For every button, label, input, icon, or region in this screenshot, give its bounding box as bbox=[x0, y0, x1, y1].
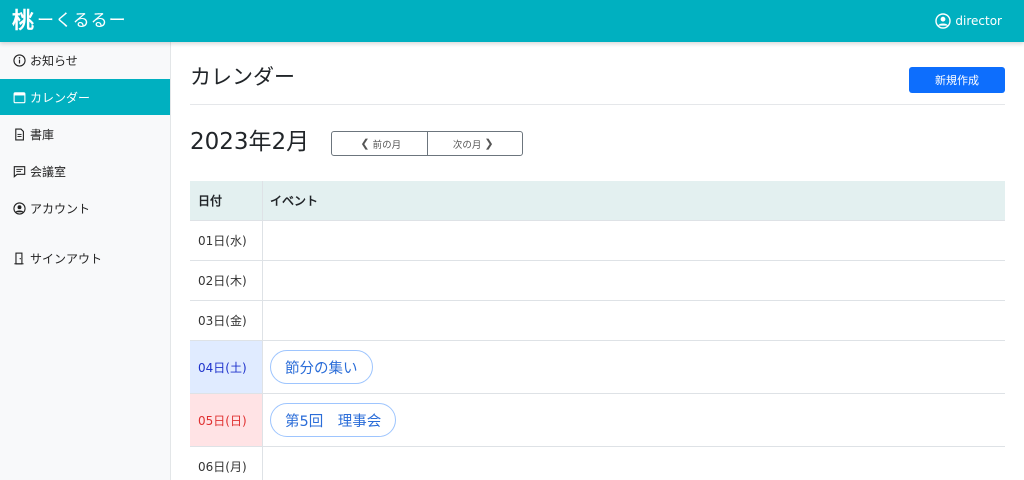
next-month-label: 次の月 bbox=[452, 139, 482, 151]
logo-text: ーくるるー bbox=[37, 11, 127, 31]
table-row: 02日(木) bbox=[190, 261, 1005, 301]
logo-kanji: 桃 bbox=[12, 8, 35, 34]
sidebar-item-notices[interactable]: お知らせ bbox=[0, 42, 170, 78]
date-cell: 06日(月) bbox=[190, 447, 263, 480]
sidebar-item-label: カレンダー bbox=[30, 90, 91, 105]
sidebar-item-label: 会議室 bbox=[30, 164, 67, 179]
prev-month-button[interactable]: ❮ 前の月 bbox=[332, 132, 428, 155]
calendar-table: 日付 イベント 01日(水) 02日(木) 03日(金) 04日(土) 節分の集… bbox=[190, 181, 1005, 480]
user-name: director bbox=[955, 14, 1002, 28]
user-menu[interactable]: director bbox=[935, 11, 1002, 31]
calendar-icon bbox=[12, 90, 26, 104]
event-setsubun[interactable]: 節分の集い bbox=[270, 350, 373, 384]
event-cell[interactable] bbox=[263, 261, 1005, 300]
column-header-date: 日付 bbox=[190, 181, 263, 220]
door-icon bbox=[12, 251, 26, 265]
sidebar-item-account[interactable]: アカウント bbox=[0, 190, 170, 226]
prev-month-label: 前の月 bbox=[372, 139, 402, 151]
date-cell-saturday: 04日(土) bbox=[190, 341, 263, 393]
chevron-right-icon: ❯ bbox=[484, 138, 494, 150]
chevron-left-icon: ❮ bbox=[360, 138, 370, 150]
event-board-meeting[interactable]: 第5回 理事会 bbox=[270, 403, 397, 437]
app-logo[interactable]: 桃 ーくるるー bbox=[12, 7, 127, 35]
sidebar-item-label: お知らせ bbox=[30, 53, 78, 68]
sidebar-item-library[interactable]: 書庫 bbox=[0, 116, 170, 152]
table-row: 04日(土) 節分の集い bbox=[190, 341, 1005, 394]
date-cell: 01日(水) bbox=[190, 221, 263, 260]
month-title: 2023年2月 bbox=[190, 129, 310, 155]
sidebar-item-calendar[interactable]: カレンダー bbox=[0, 79, 170, 115]
top-navbar: 桃 ーくるるー director bbox=[0, 0, 1024, 42]
table-row: 06日(月) bbox=[190, 447, 1005, 480]
document-icon bbox=[12, 127, 26, 141]
date-cell: 03日(金) bbox=[190, 301, 263, 340]
event-cell[interactable] bbox=[263, 221, 1005, 260]
event-cell: 第5回 理事会 bbox=[263, 394, 1005, 446]
sidebar-item-meeting-room[interactable]: 会議室 bbox=[0, 153, 170, 189]
chat-icon bbox=[12, 164, 26, 178]
table-header: 日付 イベント bbox=[190, 181, 1005, 221]
new-event-button[interactable]: 新規作成 bbox=[909, 67, 1005, 93]
page-title: カレンダー bbox=[190, 65, 295, 89]
table-row: 03日(金) bbox=[190, 301, 1005, 341]
date-cell-sunday: 05日(日) bbox=[190, 394, 263, 446]
event-cell: 節分の集い bbox=[263, 341, 1005, 393]
sidebar-item-label: アカウント bbox=[30, 201, 91, 216]
column-header-event: イベント bbox=[270, 194, 319, 208]
user-circle-icon bbox=[935, 13, 952, 29]
month-navigation: ❮ 前の月 次の月 ❯ bbox=[331, 131, 523, 156]
table-row: 01日(水) bbox=[190, 221, 1005, 261]
main-content: カレンダー 新規作成 2023年2月 ❮ 前の月 次の月 ❯ 日付 イベント 0… bbox=[190, 42, 1005, 480]
event-cell[interactable] bbox=[263, 447, 1005, 480]
next-month-button[interactable]: 次の月 ❯ bbox=[427, 132, 522, 155]
event-cell[interactable] bbox=[263, 301, 1005, 340]
table-row: 05日(日) 第5回 理事会 bbox=[190, 394, 1005, 447]
title-divider bbox=[190, 104, 1005, 105]
info-icon bbox=[12, 53, 26, 67]
sidebar: お知らせ カレンダー 書庫 会議室 アカウント サインアウト bbox=[0, 42, 171, 480]
sidebar-item-label: 書庫 bbox=[30, 127, 55, 142]
sidebar-item-label: サインアウト bbox=[30, 251, 103, 266]
user-circle-icon bbox=[12, 201, 26, 215]
sidebar-item-sign-out[interactable]: サインアウト bbox=[0, 240, 170, 276]
date-cell: 02日(木) bbox=[190, 261, 263, 300]
